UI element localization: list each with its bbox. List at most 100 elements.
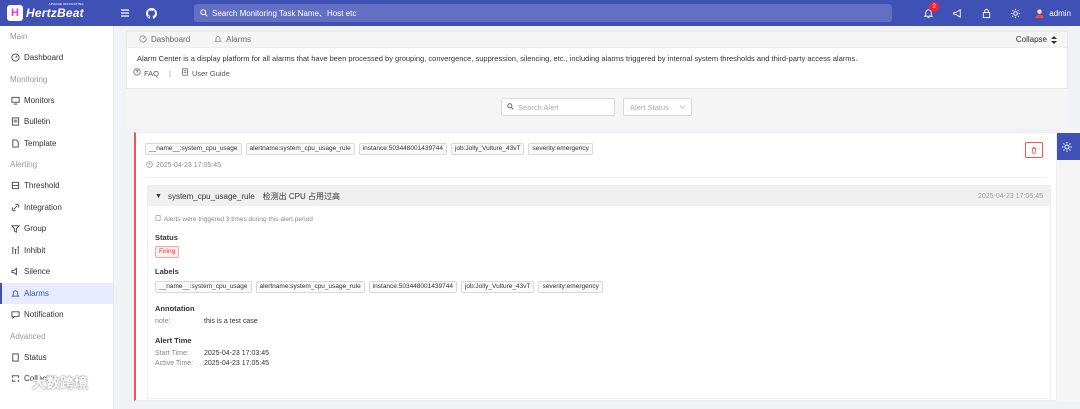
caret-down-icon: ▼ bbox=[155, 192, 162, 200]
alert-status-select[interactable]: Alert Status bbox=[623, 98, 692, 116]
alert-tags: __name__:system_cpu_usage alertname:syst… bbox=[145, 143, 597, 155]
labels-title: Labels bbox=[155, 267, 179, 276]
sidebar-item-inhibit[interactable]: Inhibit bbox=[0, 240, 113, 262]
sidebar-item-status[interactable]: Status bbox=[0, 347, 113, 369]
tab-alarms[interactable]: Alarms bbox=[202, 32, 263, 48]
alert-time-title: Alert Time bbox=[155, 336, 192, 345]
global-search-placeholder: Search Monitoring Task Name、Host etc bbox=[212, 8, 357, 18]
alert-tag: severity:emergency bbox=[528, 143, 593, 155]
faq-link[interactable]: FAQ bbox=[133, 68, 159, 78]
notification-icon bbox=[10, 310, 20, 320]
chevron-down-icon bbox=[679, 103, 686, 112]
annotation-key: note: bbox=[155, 318, 171, 325]
alert-detail-header[interactable]: ▼ system_cpu_usage_rule 检测出 CPU 占用过高 202… bbox=[148, 186, 1050, 206]
alert-card: __name__:system_cpu_usage alertname:syst… bbox=[134, 132, 1057, 401]
sidebar-group-monitoring: Monitoring bbox=[10, 74, 48, 84]
settings-gear-icon[interactable] bbox=[1001, 0, 1030, 26]
floating-settings-button[interactable] bbox=[1053, 133, 1080, 160]
integration-icon bbox=[10, 202, 20, 212]
dashboard-icon bbox=[10, 53, 20, 63]
alert-detail-time: 2025-04-23 17:05:45 bbox=[978, 192, 1043, 200]
sidebar-group-main: Main bbox=[10, 32, 28, 41]
sidebar: Main Dashboard Monitoring Monitors Bulle… bbox=[0, 26, 114, 409]
sidebar-item-template[interactable]: Template bbox=[0, 133, 113, 155]
sidebar-group-alerting: Alerting bbox=[10, 160, 38, 169]
label-tag: job:Jolly_Vulture_43vT bbox=[460, 281, 535, 293]
label-tag: __name__:system_cpu_usage bbox=[155, 281, 252, 293]
label-tag: severity:emergency bbox=[538, 281, 603, 293]
annotation-value: this is a test case bbox=[204, 318, 258, 325]
page-description: Alarm Center is a display platform for a… bbox=[137, 54, 858, 63]
book-icon bbox=[181, 68, 189, 78]
lock-icon[interactable] bbox=[972, 0, 1001, 26]
notification-badge: 2 bbox=[929, 2, 940, 12]
github-icon[interactable] bbox=[138, 0, 164, 26]
status-icon bbox=[10, 352, 20, 362]
alert-rule-name: system_cpu_usage_rule bbox=[167, 191, 255, 201]
sidebar-item-dashboard[interactable]: Dashboard bbox=[0, 47, 113, 69]
sidebar-item-bulletin[interactable]: Bulletin bbox=[0, 111, 113, 133]
sidebar-group-advanced: Advanced bbox=[10, 331, 46, 341]
dashboard-icon bbox=[139, 34, 147, 45]
search-icon bbox=[507, 102, 514, 112]
sidebar-item-monitors[interactable]: Monitors bbox=[0, 90, 113, 112]
active-time-value: 2025-04-23 17:05:45 bbox=[204, 360, 269, 367]
alert-search-placeholder: Search Alert bbox=[518, 102, 559, 112]
delete-alert-button[interactable] bbox=[1025, 142, 1043, 158]
start-time-row: Start Time: 2025-04-23 17:03:45 bbox=[155, 350, 1050, 357]
info-icon bbox=[155, 215, 161, 223]
user-menu[interactable]: admin bbox=[1030, 8, 1080, 19]
silence-icon bbox=[10, 267, 20, 277]
question-circle-icon bbox=[133, 68, 141, 78]
notification-bell-icon[interactable]: 2 bbox=[914, 0, 943, 26]
settings-gear-icon bbox=[1061, 141, 1072, 152]
right-gutter bbox=[1057, 128, 1080, 401]
active-time-label: Active Time: bbox=[155, 360, 194, 367]
filter-bar: Search Alert Alert Status bbox=[126, 89, 1068, 128]
username: admin bbox=[1049, 8, 1071, 18]
alert-tag: job:Jolly_Vulture_43vT bbox=[450, 143, 525, 155]
sidebar-item-alarms[interactable]: Alarms bbox=[0, 282, 113, 304]
search-icon bbox=[200, 9, 208, 17]
alert-tag: __name__:system_cpu_usage bbox=[145, 143, 242, 155]
sidebar-item-threshold[interactable]: Threshold bbox=[0, 175, 113, 197]
sidebar-item-group[interactable]: Group bbox=[0, 218, 113, 240]
inhibit-icon bbox=[10, 245, 20, 255]
sidebar-item-notification[interactable]: Notification bbox=[0, 304, 113, 326]
alert-tag: alertname:system_cpu_usage_rule bbox=[245, 143, 355, 155]
app-logo[interactable]: H HertzBeat APACHE INCUBATING bbox=[0, 0, 112, 26]
menu-toggle-icon[interactable] bbox=[112, 0, 138, 26]
global-search-input[interactable]: Search Monitoring Task Name、Host etc bbox=[194, 4, 892, 22]
start-time-value: 2025-04-23 17:03:45 bbox=[204, 350, 269, 357]
annotation-title: Annotation bbox=[155, 304, 195, 313]
link-separator: | bbox=[169, 68, 171, 78]
user-guide-link[interactable]: User Guide bbox=[181, 68, 230, 78]
sidebar-item-integration[interactable]: Integration bbox=[0, 197, 113, 219]
collapse-toggle[interactable]: Collapse bbox=[1016, 35, 1067, 44]
alert-tag: instance:503448001439744 bbox=[358, 143, 447, 155]
alarm-icon bbox=[214, 35, 222, 45]
template-icon bbox=[10, 138, 20, 148]
start-time-label: Start Time: bbox=[155, 350, 189, 357]
card-divider bbox=[145, 177, 1047, 178]
label-tag: instance:503448001439744 bbox=[368, 281, 457, 293]
app-tagline: APACHE INCUBATING bbox=[48, 2, 84, 6]
label-tag: alertname:system_cpu_usage_rule bbox=[255, 281, 365, 293]
alert-summary: 检测出 CPU 占用过高 bbox=[262, 191, 340, 201]
status-title: Status bbox=[155, 233, 178, 242]
alert-detail: ▼ system_cpu_usage_rule 检测出 CPU 占用过高 202… bbox=[147, 185, 1051, 399]
alert-time: 2025-04-23 17:05:45 bbox=[146, 161, 221, 170]
status-badge: Firing bbox=[155, 246, 180, 258]
trash-icon bbox=[1031, 147, 1037, 154]
sidebar-item-silence[interactable]: Silence bbox=[0, 261, 113, 283]
alert-status-placeholder: Alert Status bbox=[630, 102, 669, 112]
announcement-icon[interactable] bbox=[943, 0, 972, 26]
help-links: FAQ | User Guide bbox=[127, 66, 1067, 80]
alert-search-input[interactable]: Search Alert bbox=[501, 98, 615, 116]
page-header-panel: Dashboard Alarms Collapse Alarm Center i… bbox=[126, 31, 1068, 89]
monitor-icon bbox=[10, 95, 20, 105]
tab-dashboard[interactable]: Dashboard bbox=[127, 32, 202, 48]
annotation-row: note: this is a test case bbox=[155, 318, 1050, 325]
watermark-text: 大数跨境 bbox=[32, 375, 88, 391]
group-icon bbox=[10, 224, 20, 234]
